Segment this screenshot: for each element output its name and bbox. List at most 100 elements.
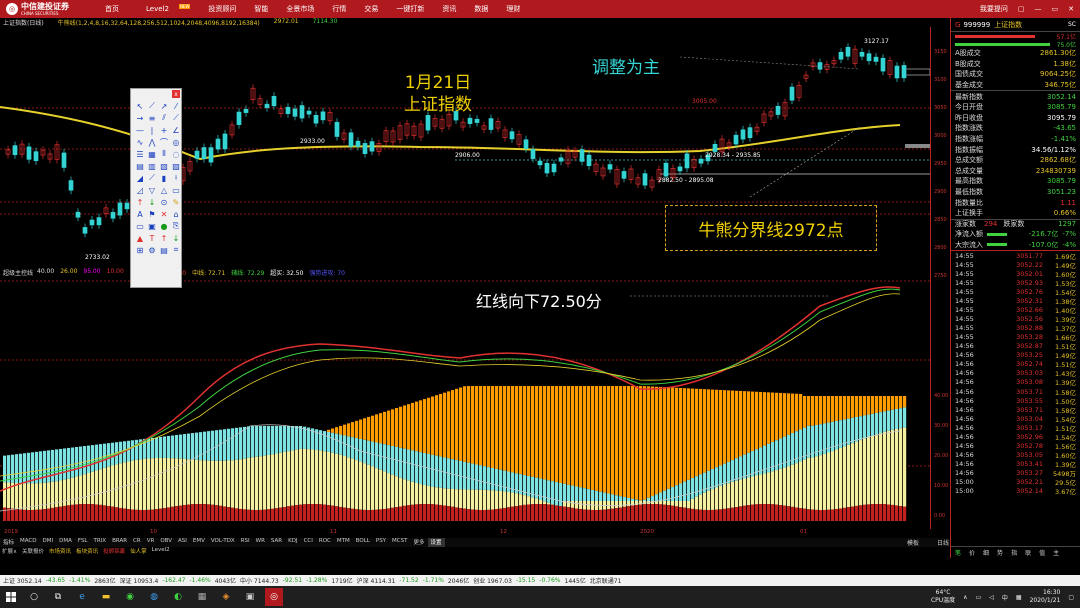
indicator-tab[interactable]: 设置 [427, 538, 445, 547]
spiral-icon[interactable]: ◌ [171, 149, 181, 159]
triangle-icon[interactable]: ◿ [135, 185, 145, 195]
minimize-icon[interactable]: — [1035, 5, 1042, 13]
pen-icon[interactable]: ✎ [171, 197, 181, 207]
up-triangle-icon[interactable]: ▲ [135, 233, 145, 243]
wave-icon[interactable]: ∿ [135, 137, 145, 147]
period-icon[interactable]: ⦀ [159, 149, 169, 159]
indicator-tab[interactable]: CR [130, 538, 144, 547]
browser-icon[interactable]: ◍ [145, 588, 163, 606]
down-arrow-icon[interactable]: ▽ [147, 185, 157, 195]
indicator-tab[interactable]: OBV [157, 538, 175, 547]
menu-item-smart[interactable]: 智能 [245, 4, 277, 14]
menu-item-news[interactable]: 资讯 [433, 4, 465, 14]
up-arrow-icon[interactable]: △ [159, 185, 169, 195]
up-red-icon[interactable]: ↑ [159, 233, 169, 243]
ime-indicator[interactable]: 中 [1002, 593, 1008, 602]
rect-icon[interactable]: ▭ [171, 185, 181, 195]
arc-icon[interactable]: ⌒ [159, 137, 169, 147]
arrow-icon[interactable]: → [135, 113, 145, 123]
indicator-tab[interactable]: WR [253, 538, 268, 547]
sub-tab[interactable]: 关联报价 [22, 547, 44, 557]
flag-icon[interactable]: ⚑ [147, 209, 157, 219]
indicator-tab[interactable]: BOLL [353, 538, 373, 547]
fib-icon[interactable]: ☰ [135, 149, 145, 159]
indicator-tab[interactable]: VOL-TDX [208, 538, 238, 547]
cursor-icon[interactable]: ↖ [135, 101, 145, 111]
angle-icon[interactable]: ∠ [171, 125, 181, 135]
indicator-tab[interactable]: ASI [175, 538, 190, 547]
maximize-icon[interactable]: ▭ [1052, 5, 1059, 13]
volume-icon[interactable]: ◁ [989, 594, 994, 601]
indicator-tab[interactable]: MACD [17, 538, 40, 547]
indicator-chart[interactable] [0, 276, 950, 529]
explorer-icon[interactable]: ▬ [97, 588, 115, 606]
indicator-tab[interactable]: DMA [56, 538, 75, 547]
indicator-tab[interactable]: 指标 [0, 538, 17, 547]
parallel-icon[interactable]: ⫽ [159, 113, 169, 123]
segment-icon[interactable]: ⁄ [171, 101, 181, 111]
lines-icon[interactable]: ▧ [159, 161, 169, 171]
channel-icon[interactable]: ≡ [147, 113, 157, 123]
vertical-line-icon[interactable]: | [147, 125, 157, 135]
app-icon-2[interactable]: ◈ [217, 588, 235, 606]
arrow-down-green-icon[interactable]: ↓ [147, 197, 157, 207]
text-icon[interactable]: A [135, 209, 145, 219]
indicator-tab[interactable]: ROC [316, 538, 334, 547]
indicator-tab[interactable]: 更多 [410, 538, 427, 547]
clock[interactable]: 16:30 2020/1/21 [1030, 589, 1061, 605]
help-link[interactable]: 我要提问 [980, 4, 1008, 14]
indicator-tab[interactable]: CCI [301, 538, 316, 547]
indicator-tab[interactable]: BRAR [109, 538, 130, 547]
trading-app-icon[interactable]: ◎ [265, 588, 283, 606]
copy-icon[interactable]: ⎘ [171, 221, 181, 231]
sub-tab[interactable]: 市场资讯 [49, 547, 71, 557]
save-icon[interactable]: ⊞ [135, 245, 145, 255]
menu-item-ipo[interactable]: 一键打新 [387, 4, 433, 14]
indicator-tab[interactable]: VR [144, 538, 158, 547]
chevron-up-icon[interactable]: ∧ [963, 594, 967, 601]
menu-item-home[interactable]: 首页 [96, 4, 128, 14]
sub-tab[interactable]: 板块资讯 [76, 547, 98, 557]
search-icon[interactable]: ○ [25, 588, 43, 606]
layer-icon[interactable]: ▤ [159, 245, 169, 255]
indicator-tab[interactable]: KDJ [285, 538, 300, 547]
arrow-up-red-icon[interactable]: ↑ [135, 197, 145, 207]
app-icon[interactable]: ▦ [193, 588, 211, 606]
indicator-tab[interactable]: TRIX [91, 538, 110, 547]
indicator-tab[interactable]: MTM [334, 538, 353, 547]
pattern-icon[interactable]: ▨ [171, 161, 181, 171]
edge-icon[interactable]: e [73, 588, 91, 606]
sub-tab[interactable]: 仙人掌 [130, 547, 147, 557]
indicator-tab[interactable]: RSI [238, 538, 253, 547]
menu-item-market[interactable]: 全景市场 [277, 4, 323, 14]
wechat-icon[interactable]: ◐ [169, 588, 187, 606]
sub-tab[interactable]: Level2 [152, 547, 170, 557]
indicator-tab[interactable]: DMI [40, 538, 57, 547]
lock-icon[interactable]: ⌂ [171, 209, 181, 219]
network-icon[interactable]: ▭ [976, 594, 982, 601]
ray-icon[interactable]: ↗ [159, 101, 169, 111]
sub-tab[interactable]: 投顾锦囊 [103, 547, 125, 557]
zigzag-icon[interactable]: ⟋ [147, 173, 157, 183]
bars-icon[interactable]: ▮ [159, 173, 169, 183]
quote-tab[interactable]: 笔 [955, 548, 961, 557]
measure-icon[interactable]: ⟊ [171, 173, 181, 183]
template-button[interactable]: 模板 [907, 540, 919, 547]
fan-icon[interactable]: ⋀ [147, 137, 157, 147]
indicator-tab[interactable]: FSL [75, 538, 91, 547]
quote-tab[interactable]: 值 [1039, 548, 1045, 557]
quote-tab[interactable]: 主 [1053, 548, 1059, 557]
bullet-icon[interactable]: ● [159, 221, 169, 231]
quote-tab[interactable]: 细 [983, 548, 989, 557]
notification-icon[interactable]: ▢ [1068, 594, 1074, 601]
grid-icon[interactable]: ▥ [147, 161, 157, 171]
task-view-icon[interactable]: ⧉ [49, 588, 67, 606]
cross-icon[interactable]: + [159, 125, 169, 135]
app-icon-3[interactable]: ▣ [241, 588, 259, 606]
gann-icon[interactable]: ▦ [147, 149, 157, 159]
ime-mode-icon[interactable]: ▦ [1016, 594, 1022, 601]
quote-tab[interactable]: 势 [997, 548, 1003, 557]
misc-icon[interactable]: ⌗ [171, 245, 181, 255]
text-t-icon[interactable]: T [147, 233, 157, 243]
delete-icon[interactable]: ✕ [159, 209, 169, 219]
